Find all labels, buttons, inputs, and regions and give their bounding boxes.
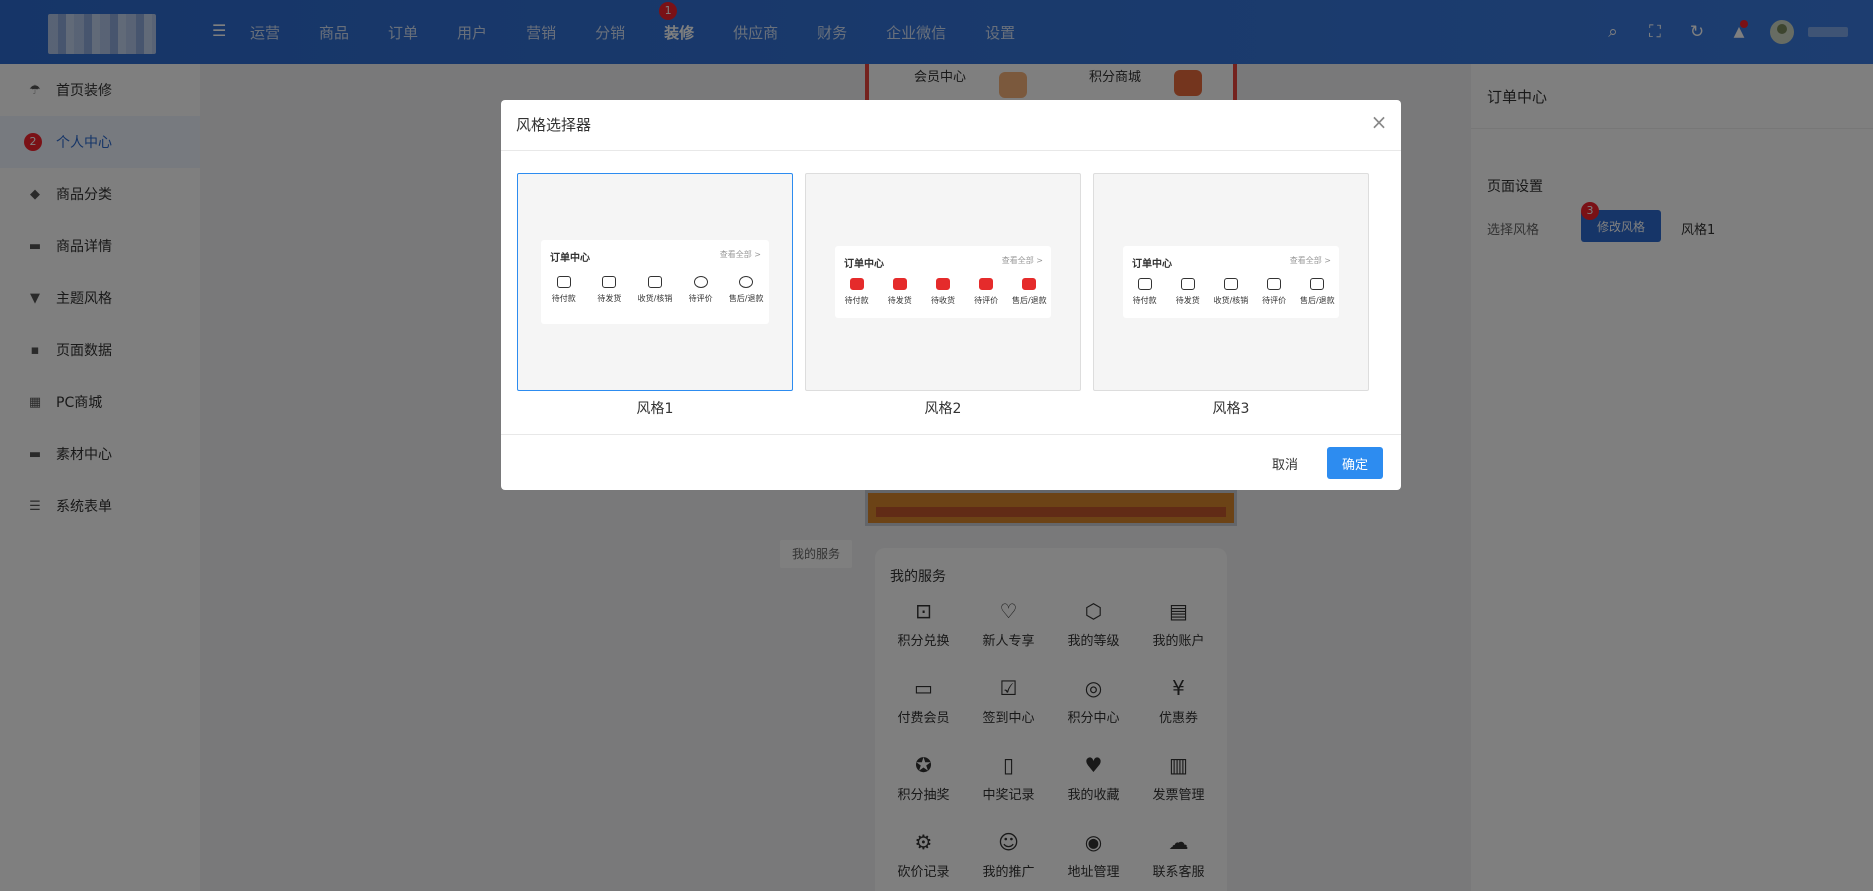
order-status-label: 待付款 — [844, 296, 869, 305]
order-card-title: 订单中心 — [550, 253, 590, 264]
order-status-item: 待收货 — [923, 278, 963, 306]
order-status-label: 待评价 — [688, 294, 713, 303]
order-status-label: 待评价 — [974, 296, 999, 305]
order-status-label: 待发货 — [1175, 296, 1200, 305]
comment-icon — [693, 276, 708, 288]
comment-icon — [1267, 278, 1282, 290]
order-status-item: 待付款 — [544, 276, 584, 304]
order-card-title: 订单中心 — [844, 259, 884, 270]
order-status-item: 待付款 — [837, 278, 877, 306]
confirm-button[interactable]: 确定 — [1327, 447, 1383, 479]
order-status-label: 待评价 — [1262, 296, 1287, 305]
order-card-preview: 订单中心 查看全部 > 待付款 待发货 待收货 待评价 售后/退款 — [835, 246, 1051, 318]
order-status-item: 待评价 — [1254, 278, 1294, 306]
package-icon — [1180, 278, 1195, 290]
check-box-icon — [935, 278, 950, 290]
order-card-more: 查看全部 > — [1289, 256, 1331, 265]
style-option-1[interactable]: 订单中心 查看全部 > 待付款 待发货 收货/核销 待评价 售后/退款 — [517, 173, 793, 391]
truck-icon — [647, 276, 662, 288]
dialog-header-divider — [501, 150, 1401, 151]
dialog-footer-divider — [501, 434, 1401, 435]
order-status-row: 待付款 待发货 收货/核销 待评价 售后/退款 — [541, 276, 769, 304]
wallet-icon — [1137, 278, 1152, 290]
wallet-icon — [556, 276, 571, 288]
order-status-label: 收货/核销 — [1213, 296, 1249, 305]
order-card-title: 订单中心 — [1132, 259, 1172, 270]
order-card-preview: 订单中心 查看全部 > 待付款 待发货 收货/核销 待评价 售后/退款 — [1123, 246, 1339, 318]
refund-icon — [1310, 278, 1325, 290]
order-status-label: 售后/退款 — [1011, 296, 1047, 305]
style-option-2-label[interactable]: 风格2 — [805, 398, 1081, 418]
order-status-label: 待付款 — [1132, 296, 1157, 305]
wallet-icon — [849, 278, 864, 290]
style-option-3[interactable]: 订单中心 查看全部 > 待付款 待发货 收货/核销 待评价 售后/退款 — [1093, 173, 1369, 391]
order-status-item: 收货/核销 — [635, 276, 675, 304]
style-selector-dialog: 风格选择器 × 订单中心 查看全部 > 待付款 待发货 收货/核销 待评价 售后… — [501, 100, 1401, 490]
cancel-button[interactable]: 取消 — [1258, 447, 1312, 479]
order-status-item: 待评价 — [966, 278, 1006, 306]
order-card-preview: 订单中心 查看全部 > 待付款 待发货 收货/核销 待评价 售后/退款 — [541, 240, 769, 324]
refund-icon — [1022, 278, 1037, 290]
order-status-label: 待收货 — [930, 296, 955, 305]
order-status-item: 收货/核销 — [1211, 278, 1251, 306]
style-option-3-label[interactable]: 风格3 — [1093, 398, 1369, 418]
order-status-item: 待评价 — [681, 276, 721, 304]
order-status-row: 待付款 待发货 待收货 待评价 售后/退款 — [835, 278, 1051, 306]
order-status-label: 待付款 — [551, 294, 576, 303]
style-option-1-label[interactable]: 风格1 — [517, 398, 793, 418]
comment-icon — [979, 278, 994, 290]
order-status-item: 售后/退款 — [1009, 278, 1049, 306]
close-icon[interactable]: × — [1369, 112, 1389, 132]
order-status-item: 待发货 — [1168, 278, 1208, 306]
order-status-row: 待付款 待发货 收货/核销 待评价 售后/退款 — [1123, 278, 1339, 306]
order-status-label: 待发货 — [597, 294, 622, 303]
order-status-label: 待发货 — [887, 296, 912, 305]
order-status-label: 收货/核销 — [637, 294, 673, 303]
order-card-more: 查看全部 > — [719, 250, 761, 259]
order-card-more: 查看全部 > — [1001, 256, 1043, 265]
order-status-item: 待发货 — [589, 276, 629, 304]
order-status-item: 售后/退款 — [726, 276, 766, 304]
order-status-item: 待发货 — [880, 278, 920, 306]
order-status-item: 待付款 — [1125, 278, 1165, 306]
dialog-title: 风格选择器 — [516, 116, 592, 134]
order-status-item: 售后/退款 — [1297, 278, 1337, 306]
truck-icon — [1223, 278, 1238, 290]
package-icon — [892, 278, 907, 290]
style-option-2[interactable]: 订单中心 查看全部 > 待付款 待发货 待收货 待评价 售后/退款 — [805, 173, 1081, 391]
order-status-label: 售后/退款 — [1299, 296, 1335, 305]
order-status-label: 售后/退款 — [728, 294, 764, 303]
package-icon — [602, 276, 617, 288]
refund-icon — [739, 276, 754, 288]
